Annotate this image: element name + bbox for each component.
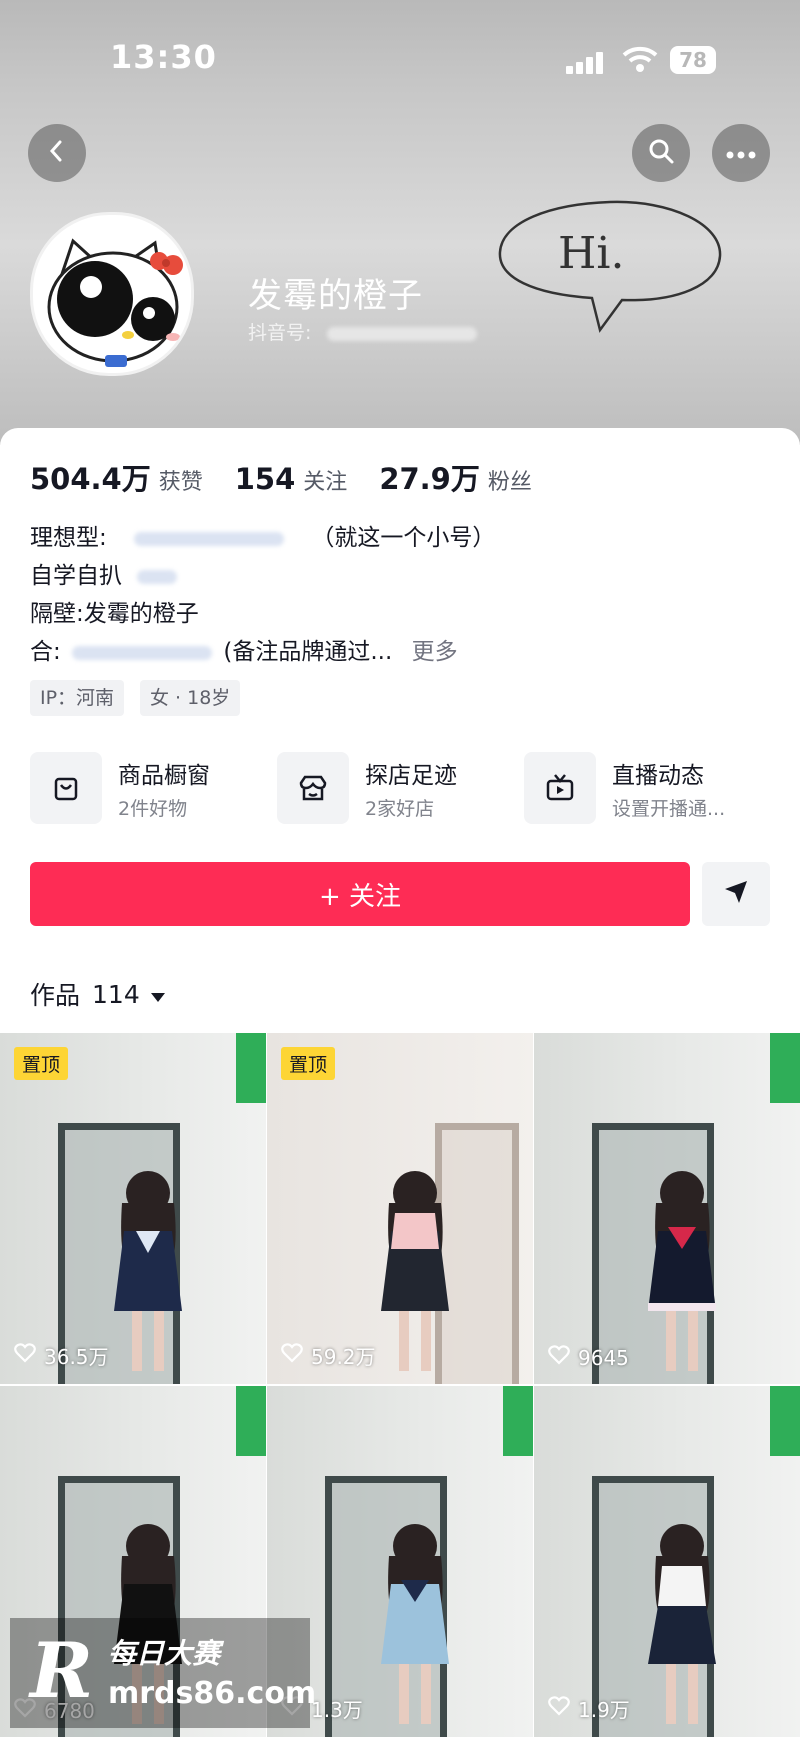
heart-icon (14, 1343, 44, 1368)
dancer-figure (381, 1524, 449, 1724)
likes-count: 59.2万 (311, 1345, 376, 1369)
battery-indicator: 78 (670, 46, 716, 74)
search-icon (647, 137, 675, 169)
triangle-down-icon (150, 980, 166, 1009)
douyin-id[interactable]: 抖音号: (248, 318, 478, 345)
send-icon (722, 878, 750, 910)
video-thumbnail[interactable]: 1.9万 (534, 1386, 800, 1737)
banner-speech-bubble: Hi. (494, 194, 726, 338)
watermark-name: 每日大赛 (108, 1637, 221, 1670)
watermark-logo: R (30, 1626, 94, 1715)
service-subtitle: 设置开播通... (612, 798, 726, 820)
video-likes: 1.9万 (548, 1694, 630, 1723)
service-subtitle: 2件好物 (118, 798, 188, 820)
share-button[interactable] (702, 862, 770, 926)
bio-line-2: 自学自扒 (30, 556, 730, 590)
bio-line-4: 合: (备注品牌通过... 更多 (30, 632, 730, 666)
video-likes: 59.2万 (281, 1341, 376, 1370)
likes-count[interactable]: 504.4万 (30, 456, 151, 498)
service-subtitle: 2家好店 (365, 798, 435, 820)
bio-line-4-suffix: (备注品牌通过... (223, 639, 393, 665)
video-thumbnail[interactable]: 置顶 59.2万 (267, 1033, 533, 1384)
likes-count: 9645 (578, 1345, 629, 1370)
bio-redacted (137, 569, 178, 584)
bio-line-2-text: 自学自扒 (30, 563, 122, 589)
bio-line-1-suffix: （就这一个小号） (311, 525, 496, 551)
bio-redacted (134, 531, 285, 546)
following-count[interactable]: 154 (235, 462, 296, 496)
video-likes: 9645 (548, 1345, 629, 1370)
cat-avatar-icon (47, 238, 183, 367)
shopping-bag-icon (30, 752, 102, 824)
dancer-figure (648, 1524, 716, 1724)
heart-icon (281, 1343, 311, 1368)
service-title: 探店足迹 (365, 763, 457, 789)
dancer-figure (381, 1171, 449, 1371)
signal-icon (566, 50, 606, 74)
likes-count: 36.5万 (44, 1345, 109, 1369)
bio-more-link[interactable]: 更多 (412, 639, 458, 665)
banner-text: Hi. (558, 228, 624, 279)
profile-name: 发霉的橙子 (248, 276, 423, 316)
likes-count: 1.3万 (311, 1698, 363, 1722)
follow-button[interactable]: + 关注 (30, 862, 690, 926)
watermark: R 每日大赛 mrds86.com (10, 1618, 316, 1728)
works-label: 作品 (30, 981, 81, 1010)
bio-line-1: 理想型: （就这一个小号） (30, 518, 730, 552)
chevron-left-icon (45, 139, 69, 167)
service-live-updates[interactable]: 直播动态 设置开播通... (524, 752, 764, 824)
pinned-badge: 置顶 (281, 1047, 336, 1080)
service-title: 直播动态 (612, 763, 704, 789)
video-likes: 36.5万 (14, 1341, 109, 1370)
followers-label: 粉丝 (487, 470, 532, 495)
heart-icon (548, 1345, 578, 1370)
douyin-id-redacted (327, 326, 478, 341)
works-count: 114 (92, 979, 140, 1009)
following-label: 关注 (303, 470, 348, 495)
likes-label: 获赞 (158, 470, 203, 495)
bio-line-1-prefix: 理想型: (30, 525, 107, 551)
status-time: 13:30 (110, 38, 217, 76)
works-tab[interactable]: 作品 114 (30, 976, 166, 1012)
likes-count: 1.9万 (578, 1698, 630, 1722)
avatar[interactable] (30, 212, 194, 376)
heart-icon (548, 1696, 578, 1721)
bio-line-4-prefix: 合: (30, 639, 61, 665)
douyin-id-label: 抖音号: (248, 322, 312, 344)
bio-line-3: 隔壁:发霉的橙子 (30, 601, 199, 627)
status-bar: 13:30 78 (0, 36, 800, 84)
back-button[interactable] (28, 124, 86, 182)
service-title: 商品橱窗 (118, 763, 210, 789)
gender-age-tag: 女 · 18岁 (140, 680, 241, 716)
followers-count[interactable]: 27.9万 (379, 456, 480, 498)
tv-icon (524, 752, 596, 824)
profile-stats: 504.4万 获赞 154 关注 27.9万 粉丝 (30, 456, 564, 496)
video-thumbnail[interactable]: 9645 (534, 1033, 800, 1384)
dancer-figure (648, 1171, 716, 1371)
store-icon (277, 752, 349, 824)
ip-location-tag: IP：河南 (30, 680, 125, 716)
more-dots-icon (726, 144, 756, 163)
more-button[interactable] (712, 124, 770, 182)
dancer-figure (114, 1171, 182, 1371)
service-store-visits[interactable]: 探店足迹 2家好店 (277, 752, 517, 824)
search-button[interactable] (632, 124, 690, 182)
service-shop-window[interactable]: 商品橱窗 2件好物 (30, 752, 270, 824)
video-thumbnail[interactable]: 置顶 36.5万 (0, 1033, 266, 1384)
bio-redacted (72, 645, 213, 660)
watermark-url: mrds86.com (108, 1676, 317, 1711)
pinned-badge: 置顶 (14, 1047, 69, 1080)
wifi-icon (622, 46, 658, 78)
